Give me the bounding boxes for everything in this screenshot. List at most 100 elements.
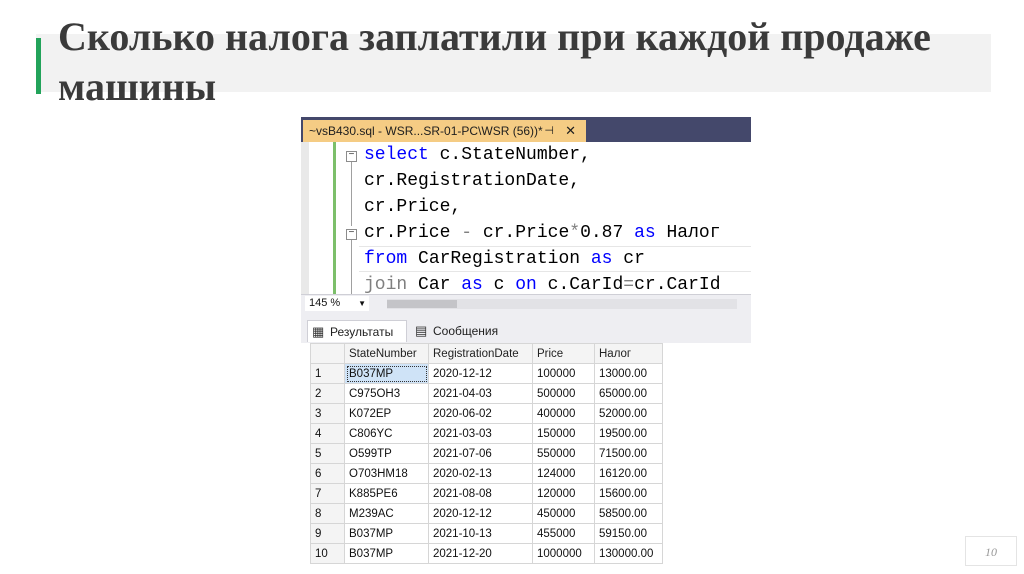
pin-icon[interactable]: ⊣ (544, 120, 554, 142)
grid-cell[interactable]: 400000 (532, 403, 595, 424)
table-row[interactable]: 7 K885PE6 2021-08-08 120000 15600.00 (310, 483, 663, 504)
grid-cell[interactable]: 2021-12-20 (428, 543, 533, 564)
tab-messages[interactable]: ▤ Сообщения (411, 320, 506, 342)
change-tracking-margin (333, 142, 336, 294)
grid-cell[interactable]: 550000 (532, 443, 595, 464)
row-number-cell[interactable]: 6 (310, 463, 345, 484)
grid-cell[interactable]: 2021-10-13 (428, 523, 533, 544)
tab-messages-label: Сообщения (433, 324, 499, 338)
table-row[interactable]: 2 C975OH3 2021-04-03 500000 65000.00 (310, 383, 663, 404)
code-line-6: join Car as c on c.CarId=cr.CarId (364, 275, 721, 294)
grid-cell[interactable]: 100000 (532, 363, 595, 384)
grid-cell[interactable]: B037MP (344, 523, 429, 544)
row-number-cell[interactable]: 7 (310, 483, 345, 504)
grid-icon: ▦ (312, 324, 325, 339)
grid-cell[interactable]: 450000 (532, 503, 595, 524)
close-icon[interactable]: ✕ (565, 120, 576, 142)
row-number-cell[interactable]: 8 (310, 503, 345, 524)
row-number-cell[interactable]: 10 (310, 543, 345, 564)
grid-cell[interactable]: 65000.00 (594, 383, 663, 404)
slide-title: Сколько налога заплатили при каждой прод… (58, 14, 931, 109)
fold-guide (351, 240, 352, 294)
tab-results-label: Результаты (330, 325, 394, 339)
grid-cell[interactable]: 2020-02-13 (428, 463, 533, 484)
results-tabstrip: ▦ Результаты ▤ Сообщения (301, 313, 751, 343)
grid-cell[interactable]: O703HM18 (344, 463, 429, 484)
horizontal-scrollbar[interactable] (387, 299, 737, 309)
grid-cell[interactable]: 16120.00 (594, 463, 663, 484)
chevron-down-icon: ▼ (358, 299, 366, 308)
grid-cell[interactable]: C975OH3 (344, 383, 429, 404)
grid-cell[interactable]: 19500.00 (594, 423, 663, 444)
grid-cell[interactable]: 1000000 (532, 543, 595, 564)
results-grid: StateNumber RegistrationDate Price Налог… (310, 343, 663, 564)
row-number-header[interactable] (310, 343, 345, 364)
collapse-toggle-icon[interactable]: − (346, 151, 357, 162)
grid-cell[interactable]: 52000.00 (594, 403, 663, 424)
ssms-window: ~vsB430.sql - WSR...SR-01-PC\WSR (56))* … (301, 117, 751, 574)
table-row[interactable]: 3 K072EP 2020-06-02 400000 52000.00 (310, 403, 663, 424)
row-number-cell[interactable]: 3 (310, 403, 345, 424)
scrollbar-thumb[interactable] (387, 300, 457, 308)
grid-cell[interactable]: 2021-07-06 (428, 443, 533, 464)
grid-cell[interactable]: 58500.00 (594, 503, 663, 524)
tab-results[interactable]: ▦ Результаты (307, 320, 407, 342)
column-header[interactable]: Price (532, 343, 595, 364)
editor-gutter (301, 142, 309, 294)
column-header[interactable]: RegistrationDate (428, 343, 533, 364)
table-row[interactable]: 8 M239AC 2020-12-12 450000 58500.00 (310, 503, 663, 524)
row-number-cell[interactable]: 2 (310, 383, 345, 404)
row-number-cell[interactable]: 1 (310, 363, 345, 384)
grid-cell[interactable]: M239AC (344, 503, 429, 524)
row-number-cell[interactable]: 5 (310, 443, 345, 464)
code-line-4: cr.Price - cr.Price*0.87 as Налог (364, 223, 721, 243)
query-editor[interactable]: − − select c.StateNumber, cr.Registratio… (301, 142, 751, 294)
table-row[interactable]: 6 O703HM18 2020-02-13 124000 16120.00 (310, 463, 663, 484)
zoom-select[interactable]: 145 % ▼ (305, 296, 369, 311)
grid-cell[interactable]: K072EP (344, 403, 429, 424)
editor-status-bar: 145 % ▼ (301, 294, 751, 313)
grid-cell[interactable]: O599TP (344, 443, 429, 464)
grid-cell[interactable]: 15600.00 (594, 483, 663, 504)
query-document-tab[interactable]: ~vsB430.sql - WSR...SR-01-PC\WSR (56))* … (303, 120, 586, 142)
results-grid-area: StateNumber RegistrationDate Price Налог… (301, 343, 751, 574)
table-row[interactable]: 1 B037MP 2020-12-12 100000 13000.00 (310, 363, 663, 384)
grid-cell[interactable]: 2021-04-03 (428, 383, 533, 404)
grid-cell[interactable]: 59150.00 (594, 523, 663, 544)
table-row[interactable]: 4 C806YC 2021-03-03 150000 19500.00 (310, 423, 663, 444)
grid-cell[interactable]: 2021-03-03 (428, 423, 533, 444)
query-tab-title: ~vsB430.sql - WSR...SR-01-PC\WSR (56))* (309, 124, 543, 138)
grid-cell[interactable]: 71500.00 (594, 443, 663, 464)
row-number-cell[interactable]: 4 (310, 423, 345, 444)
code-line-5: from CarRegistration as cr (364, 249, 645, 269)
grid-cell[interactable]: B037MP (344, 363, 429, 384)
grid-cell[interactable]: K885PE6 (344, 483, 429, 504)
code-line-2: cr.RegistrationDate, (364, 171, 581, 191)
grid-cell[interactable]: 130000.00 (594, 543, 663, 564)
fold-guide (351, 162, 352, 226)
code-line-3: cr.Price, (364, 197, 462, 217)
zoom-value: 145 % (309, 297, 341, 309)
grid-cell[interactable]: 2020-06-02 (428, 403, 533, 424)
table-row[interactable]: 5 O599TP 2021-07-06 550000 71500.00 (310, 443, 663, 464)
grid-cell[interactable]: 2021-08-08 (428, 483, 533, 504)
column-header[interactable]: StateNumber (344, 343, 429, 364)
grid-cell[interactable]: C806YC (344, 423, 429, 444)
row-number-cell[interactable]: 9 (310, 523, 345, 544)
grid-cell[interactable]: 13000.00 (594, 363, 663, 384)
table-row[interactable]: 10 B037MP 2021-12-20 1000000 130000.00 (310, 543, 663, 564)
messages-icon: ▤ (415, 323, 428, 338)
grid-cell[interactable]: B037MP (344, 543, 429, 564)
grid-cell[interactable]: 2020-12-12 (428, 503, 533, 524)
grid-cell[interactable]: 124000 (532, 463, 595, 484)
table-row[interactable]: 9 B037MP 2021-10-13 455000 59150.00 (310, 523, 663, 544)
collapse-toggle-icon[interactable]: − (346, 229, 357, 240)
grid-cell[interactable]: 2020-12-12 (428, 363, 533, 384)
grid-header-row: StateNumber RegistrationDate Price Налог (310, 343, 663, 364)
page-number: 10 (965, 536, 1017, 566)
grid-cell[interactable]: 500000 (532, 383, 595, 404)
column-header[interactable]: Налог (594, 343, 663, 364)
grid-cell[interactable]: 455000 (532, 523, 595, 544)
grid-cell[interactable]: 150000 (532, 423, 595, 444)
grid-cell[interactable]: 120000 (532, 483, 595, 504)
